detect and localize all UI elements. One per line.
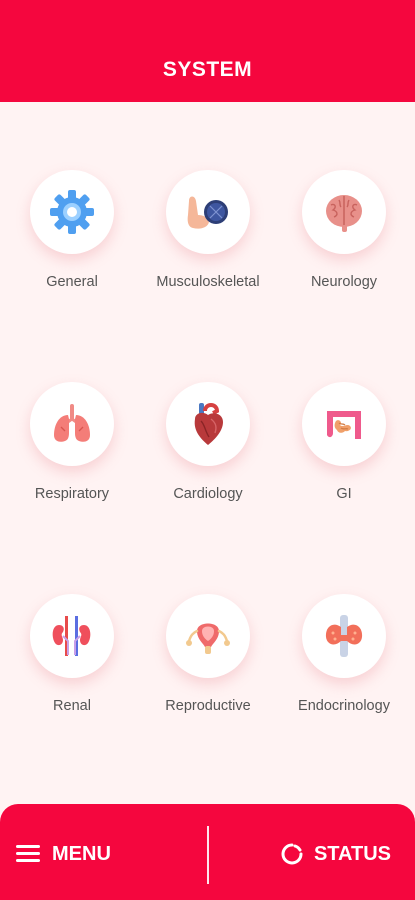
- icon-circle: [30, 170, 114, 254]
- system-label: Endocrinology: [298, 698, 390, 714]
- system-label: GI: [336, 486, 352, 502]
- system-item-reproductive[interactable]: Reproductive: [133, 594, 283, 714]
- refresh-icon: [281, 843, 303, 865]
- system-item-musculoskeletal[interactable]: Musculoskeletal: [133, 170, 283, 290]
- bottom-bar: MENU STATUS: [0, 804, 415, 900]
- system-item-endocrinology[interactable]: Endocrinology: [269, 594, 415, 714]
- hamburger-icon: [16, 844, 42, 864]
- icon-circle: [166, 170, 250, 254]
- menu-label: MENU: [52, 842, 111, 865]
- brain-icon: [326, 195, 362, 232]
- system-grid: General Musculoskeletal Neurology Respir…: [0, 0, 415, 800]
- system-item-renal[interactable]: Renal: [0, 594, 147, 714]
- system-label: Reproductive: [165, 698, 251, 714]
- gear-icon: [50, 190, 94, 234]
- uterus-icon: [186, 623, 230, 654]
- thyroid-icon: [325, 615, 363, 657]
- status-label: STATUS: [313, 842, 391, 865]
- system-label: Cardiology: [173, 486, 243, 502]
- heart-icon: [194, 403, 223, 445]
- icon-circle: [166, 382, 250, 466]
- menu-button[interactable]: MENU: [16, 834, 111, 874]
- system-label: Neurology: [310, 274, 378, 290]
- icon-circle: [302, 170, 386, 254]
- icon-circle: [30, 382, 114, 466]
- system-item-neurology[interactable]: Neurology: [269, 170, 415, 290]
- system-item-gi[interactable]: GI: [269, 382, 415, 502]
- muscle-icon: [187, 196, 228, 229]
- lungs-icon: [54, 404, 90, 442]
- icon-circle: [30, 594, 114, 678]
- intestine-icon: [327, 411, 361, 439]
- system-item-cardiology[interactable]: Cardiology: [133, 382, 283, 502]
- status-button[interactable]: STATUS: [280, 834, 391, 874]
- icon-circle: [166, 594, 250, 678]
- kidneys-icon: [52, 616, 91, 656]
- bar-divider: [207, 826, 209, 884]
- icon-circle: [302, 594, 386, 678]
- system-label: General: [46, 274, 98, 290]
- system-label: Musculoskeletal: [156, 274, 260, 290]
- system-label: Respiratory: [34, 486, 110, 502]
- system-item-general[interactable]: General: [0, 170, 147, 290]
- system-label: Renal: [53, 698, 91, 714]
- system-item-respiratory[interactable]: Respiratory: [0, 382, 147, 502]
- icon-circle: [302, 382, 386, 466]
